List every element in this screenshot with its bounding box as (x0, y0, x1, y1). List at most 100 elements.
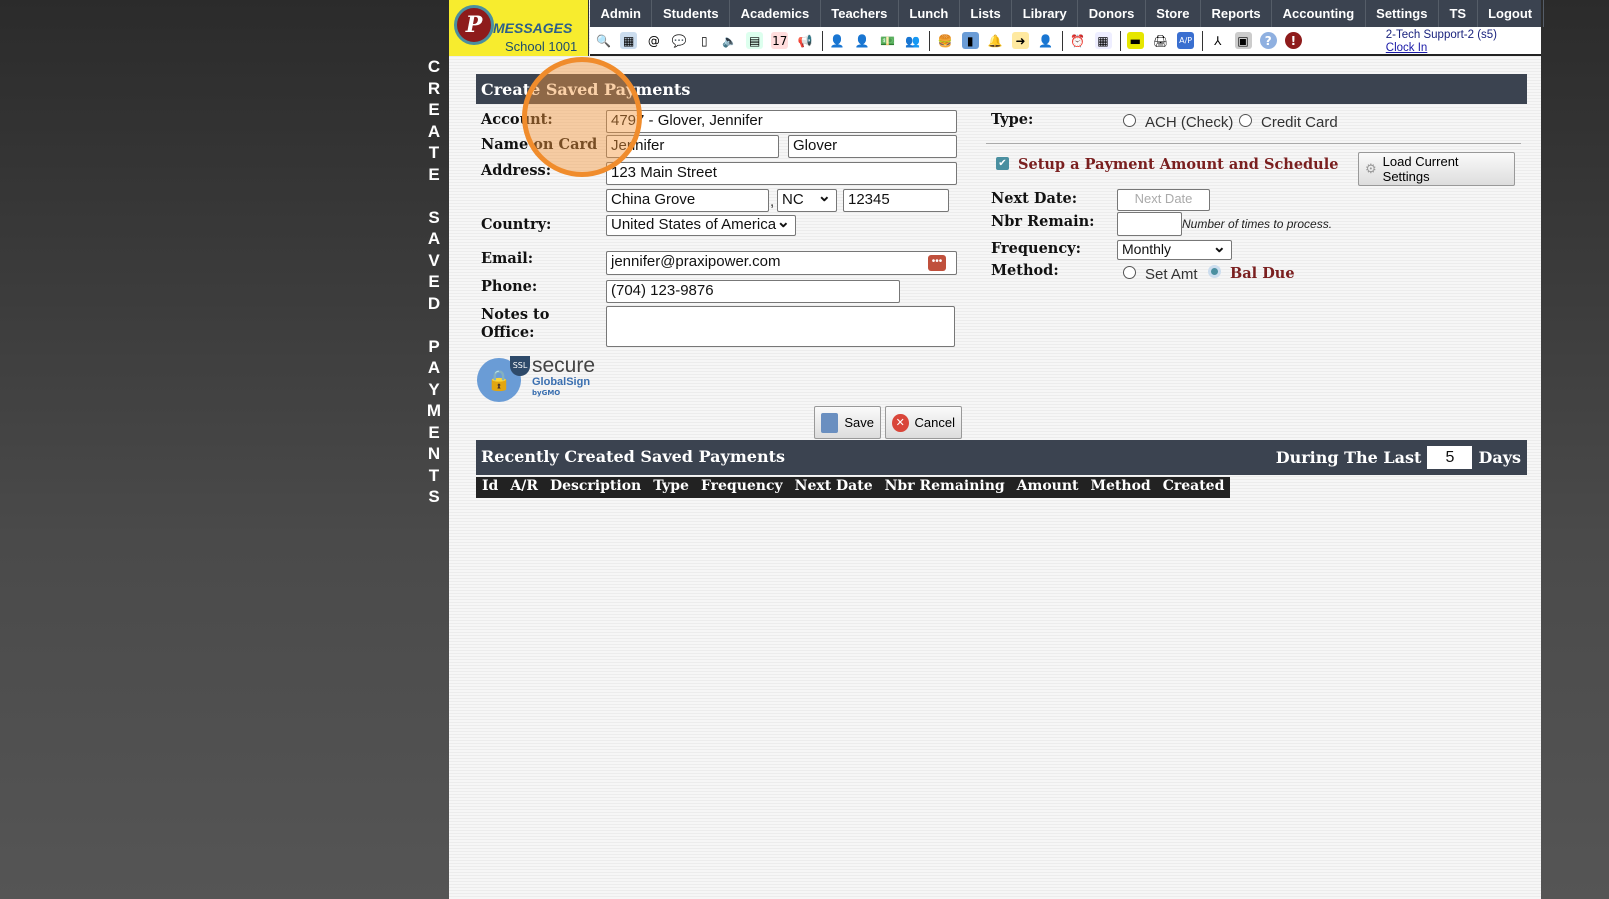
logo-mark: P (454, 5, 494, 45)
burger-icon[interactable]: 🍔 (936, 32, 954, 49)
chat-icon[interactable]: 💬 (670, 32, 688, 49)
bell-icon[interactable]: 🔔 (986, 32, 1004, 49)
click-highlight (522, 57, 642, 177)
alarm-clock-icon[interactable]: ⏰ (1069, 32, 1087, 49)
email-at-icon[interactable]: @ (645, 32, 663, 49)
column-header[interactable]: Next Date (795, 478, 873, 497)
phone-field[interactable]: (704) 123-9876 (606, 280, 900, 303)
side-title-letter: C (427, 57, 441, 76)
notes-label-line1: Notes to (481, 306, 550, 323)
column-header[interactable]: A/R (510, 478, 538, 497)
calendar-date-icon[interactable]: 17 (771, 32, 789, 49)
nav-logout[interactable]: Logout (1478, 0, 1544, 27)
state-select[interactable]: NC (777, 189, 837, 212)
nav-reports[interactable]: Reports (1201, 0, 1273, 27)
type-credit-radio[interactable] (1239, 114, 1252, 127)
column-header[interactable]: Description (550, 478, 641, 497)
street-field[interactable]: 123 Main Street (606, 162, 957, 185)
megaphone-icon[interactable]: 📢 (796, 32, 814, 49)
next-date-field[interactable]: Next Date (1117, 189, 1210, 211)
column-header[interactable]: Frequency (701, 478, 783, 497)
frequency-select[interactable]: Monthly (1117, 240, 1232, 260)
nbr-remain-label: Nbr Remain: (991, 213, 1095, 230)
ap-icon[interactable]: A/P (1177, 32, 1195, 49)
save-button[interactable]: Save (814, 406, 881, 439)
nav-store[interactable]: Store (1146, 0, 1202, 27)
nav-students[interactable]: Students (652, 0, 731, 27)
column-header[interactable]: Nbr Remaining (885, 478, 1005, 497)
days-input[interactable]: 5 (1427, 446, 1473, 469)
user-info: 2-Tech Support-2 (s5) Clock In (1386, 29, 1497, 55)
power-icon[interactable]: ! (1284, 32, 1302, 49)
speaker-icon[interactable]: 🔈 (720, 32, 738, 49)
nav-accounting[interactable]: Accounting (1272, 0, 1366, 27)
frequency-label: Frequency: (991, 240, 1081, 257)
nav-academics[interactable]: Academics (730, 0, 821, 27)
country-label: Country: (481, 216, 552, 233)
cancel-x-icon: ✕ (892, 413, 909, 432)
load-settings-button[interactable]: ⚙ Load Current Settings (1358, 152, 1515, 186)
side-title-letter: A (427, 358, 441, 377)
schedule-label: Setup a Payment Amount and Schedule (1018, 156, 1339, 173)
side-title-letter: Y (428, 379, 440, 399)
pdf-icon[interactable]: ⅄ (1209, 32, 1227, 49)
column-header[interactable]: Created (1163, 478, 1225, 497)
side-title-letter: E (428, 100, 440, 119)
person-icon[interactable]: 👤 (853, 32, 871, 49)
type-ach-radio[interactable] (1123, 114, 1136, 127)
nav-lunch[interactable]: Lunch (899, 0, 960, 27)
method-set-amt-radio[interactable] (1123, 266, 1136, 279)
logo-brand: MESSAGES (493, 20, 573, 36)
card-icon[interactable]: ▬ (1126, 32, 1144, 49)
country-select[interactable]: United States of America (606, 215, 796, 236)
method-bal-due-label: Bal Due (1230, 265, 1295, 282)
nav-lists[interactable]: Lists (960, 0, 1013, 27)
calendar-grid-icon[interactable]: ▦ (620, 32, 638, 49)
column-header[interactable]: Method (1091, 478, 1151, 497)
email-field[interactable]: jennifer@praxipower.com ••• (606, 251, 957, 275)
clock-in-link[interactable]: Clock In (1386, 42, 1497, 55)
state-value: NC (782, 191, 804, 208)
account-field[interactable]: 4797 - Glover, Jennifer (606, 110, 957, 133)
nav-library[interactable]: Library (1012, 0, 1079, 27)
column-header[interactable]: Amount (1017, 478, 1079, 497)
zip-field[interactable]: 12345 (843, 189, 949, 212)
nav-admin[interactable]: Admin (590, 0, 653, 27)
people-icon[interactable]: 👥 (904, 32, 922, 49)
type-label: Type: (991, 111, 1034, 128)
schedule-checkbox[interactable]: ✔ (996, 157, 1009, 170)
method-bal-due-radio[interactable] (1208, 265, 1221, 278)
search-icon[interactable]: 🔍 (595, 32, 612, 49)
nbr-remain-field[interactable] (1117, 212, 1182, 236)
logo[interactable]: P MESSAGES School 1001 (449, 0, 589, 56)
side-title-letter: N (427, 444, 441, 463)
ssl-sub: GlobalSign (532, 376, 591, 388)
add-person-icon[interactable]: 👤 (828, 32, 846, 49)
calendar-icon[interactable]: ▤ (746, 32, 764, 49)
email-options-icon[interactable]: ••• (928, 255, 946, 271)
column-header[interactable]: Type (653, 478, 689, 497)
frequency-value: Monthly (1122, 241, 1172, 257)
cancel-button[interactable]: ✕ Cancel (885, 406, 962, 439)
days-filter: During The Last 5 Days (1276, 446, 1521, 469)
city-field[interactable]: China Grove (606, 189, 769, 212)
staff-icon[interactable]: 👤 (1037, 32, 1055, 49)
printer-icon[interactable]: 🖨 (1151, 32, 1169, 49)
money-icon[interactable]: 💵 (879, 32, 897, 49)
notes-textarea[interactable] (606, 306, 955, 347)
nav-ts[interactable]: TS (1439, 0, 1478, 27)
book-icon[interactable]: ▮ (961, 32, 979, 49)
recent-title: Recently Created Saved Payments (481, 447, 785, 466)
cash-register-icon[interactable]: ▣ (1234, 32, 1252, 49)
method-set-amt-label: Set Amt (1145, 266, 1198, 283)
school-name: School 1001 (505, 39, 578, 54)
help-icon[interactable]: ? (1259, 32, 1277, 49)
spreadsheet-icon[interactable]: ▦ (1094, 32, 1112, 49)
nav-teachers[interactable]: Teachers (821, 0, 899, 27)
mobile-phone-icon[interactable]: ▯ (695, 32, 713, 49)
nav-donors[interactable]: Donors (1078, 0, 1146, 27)
column-header[interactable]: Id (482, 478, 498, 497)
export-icon[interactable]: ➜ (1012, 32, 1029, 49)
last-name-field[interactable]: Glover (788, 135, 957, 158)
nav-settings[interactable]: Settings (1366, 0, 1439, 27)
